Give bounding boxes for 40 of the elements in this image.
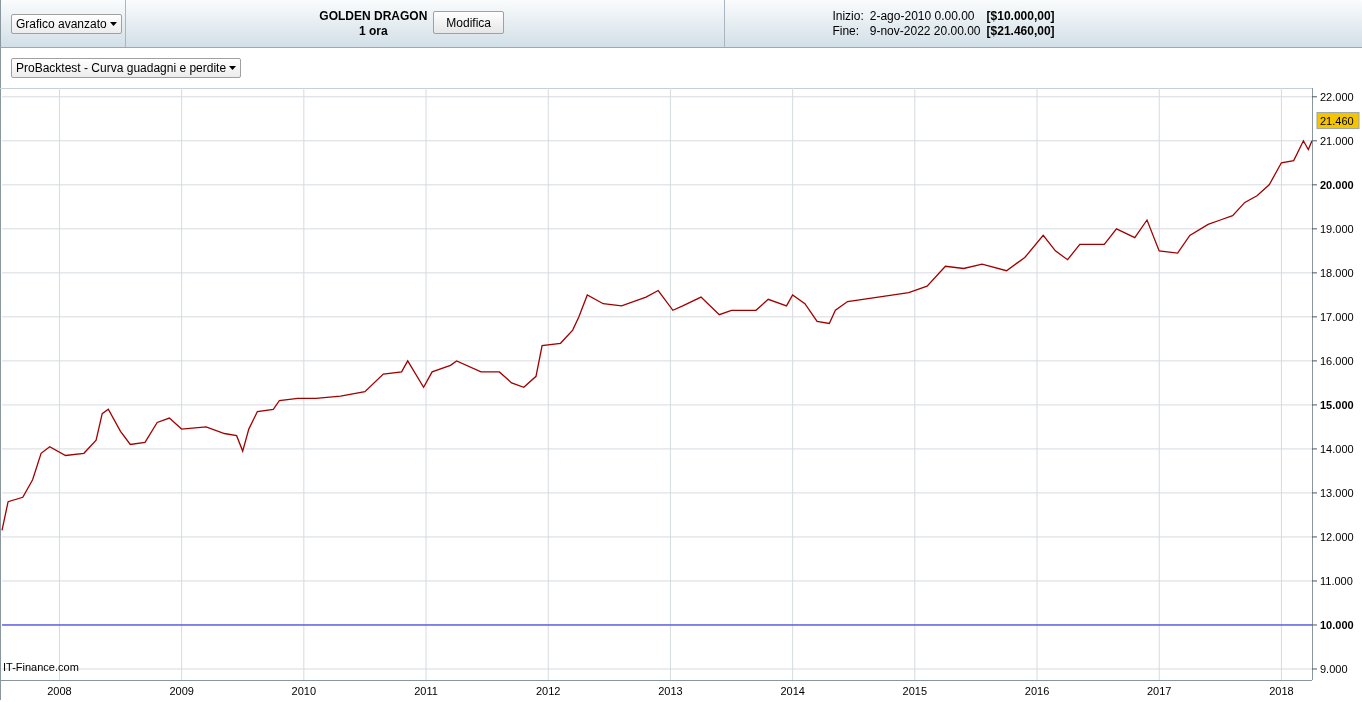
y-axis-label: 21.000 (1320, 134, 1354, 147)
y-axis-label: 22.000 (1320, 90, 1354, 103)
range-date: 9-nov-2022 20.00.00 (869, 24, 981, 38)
y-axis-label: 14.000 (1320, 442, 1354, 455)
y-axis-label: 17.000 (1320, 310, 1354, 323)
last-value-tag: 21.460 (1316, 112, 1360, 130)
instrument-name: GOLDEN DRAGON (319, 8, 428, 24)
x-axis-label: 2018 (1269, 685, 1294, 697)
range-label: Fine: (832, 24, 861, 38)
range-label: Inizio: (832, 9, 864, 23)
caret-icon (229, 66, 237, 70)
x-axis-label: 2016 (1024, 685, 1050, 697)
y-axis-label: 9.000 (1320, 663, 1348, 675)
source-label: IT-Finance.com (3, 661, 79, 673)
y-axis-label: 16.000 (1320, 354, 1354, 367)
edit-button[interactable]: Modifica (433, 11, 504, 34)
chart-type-dropdown[interactable]: Grafico avanzato (11, 13, 122, 34)
x-axis-label: 2013 (658, 685, 683, 697)
y-axis-label: 13.000 (1320, 486, 1354, 499)
x-axis-label: 2009 (169, 685, 194, 697)
x-axis-label: 2008 (47, 685, 72, 697)
range-amount: [$21.460,00] (986, 24, 1055, 38)
x-axis-label: 2012 (536, 685, 561, 697)
x-axis-label: 2014 (780, 685, 805, 697)
range-amount: [$10.000,00] (986, 9, 1055, 23)
y-axis-label: 18.000 (1320, 266, 1354, 279)
y-axis-label: 12.000 (1320, 530, 1354, 543)
y-axis-label: 15.000 (1320, 398, 1354, 411)
caret-icon (109, 21, 117, 26)
range-date: 2-ago-2010 0.00.00 (869, 9, 976, 23)
x-axis-label: 2011 (414, 685, 438, 697)
x-axis-label: 2010 (291, 685, 317, 697)
y-axis-label: 20.000 (1320, 178, 1354, 191)
timeframe-label: 1 ora (358, 23, 388, 39)
x-axis-label: 2017 (1147, 685, 1172, 697)
y-axis-label: 19.000 (1320, 222, 1354, 235)
indicator-dropdown[interactable]: ProBacktest - Curva guadagni e perdite (11, 58, 242, 78)
y-axis-label: 10.000 (1320, 619, 1354, 631)
y-axis-label: 11.000 (1320, 574, 1353, 587)
x-axis-label: 2015 (902, 685, 928, 697)
